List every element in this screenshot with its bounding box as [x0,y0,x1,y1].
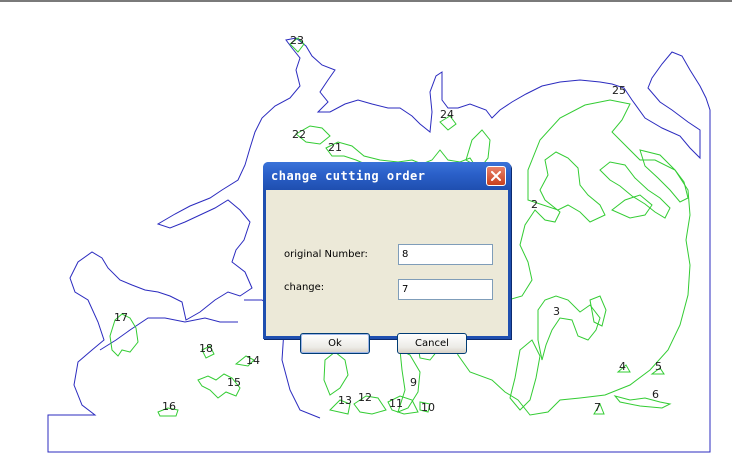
dialog-title: change cutting order [271,169,426,183]
part-number-6: 6 [652,388,659,401]
part-number-13: 13 [338,394,352,407]
part-number-24: 24 [440,108,454,121]
change-label: change: [284,282,325,293]
part-number-10: 10 [421,401,435,414]
part-number-15: 15 [227,376,241,389]
original-number-label: original Number: [284,249,368,260]
part-6 [613,395,672,409]
part-number-12: 12 [358,391,372,404]
ok-button[interactable]: Ok [300,333,370,354]
original-number-field[interactable]: 8 [398,244,493,265]
part-number-3: 3 [553,305,560,318]
part-number-14: 14 [246,354,260,367]
part-number-7: 7 [594,401,601,414]
dialog-body: original Number: 8 change: 7 Ok Cancel [266,190,508,354]
part-number-9: 9 [410,376,417,389]
change-cutting-order-dialog: change cutting order original Number: 8 … [263,162,511,354]
close-button[interactable] [486,166,506,186]
part-number-25: 25 [612,84,626,97]
part-number-4: 4 [619,360,626,373]
part-number-5: 5 [655,360,662,373]
part-number-17: 17 [114,311,128,324]
part-number-23: 23 [290,34,304,47]
cancel-button[interactable]: Cancel [397,333,467,354]
dialog-titlebar[interactable]: change cutting order [263,162,511,190]
part-number-22: 22 [292,128,306,141]
close-icon [491,171,501,181]
part-number-21: 21 [328,141,342,154]
part-number-18: 18 [199,342,213,355]
part-number-2: 2 [531,198,538,211]
part-number-11: 11 [389,397,403,410]
change-field[interactable]: 7 [398,279,493,300]
part-number-16: 16 [162,400,176,413]
